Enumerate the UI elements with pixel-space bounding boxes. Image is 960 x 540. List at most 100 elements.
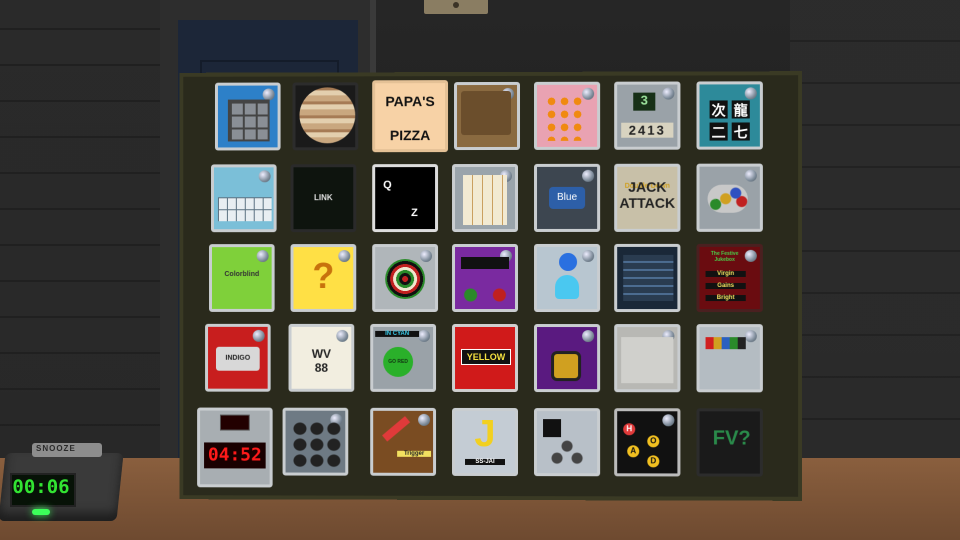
- module-wire-sequence[interactable]: [283, 408, 349, 476]
- color-bars[interactable]: [706, 337, 746, 349]
- module-playstation[interactable]: [534, 408, 600, 476]
- status-light: [745, 87, 757, 99]
- module-colorblind[interactable]: Colorblind: [209, 244, 275, 312]
- status-light: [582, 170, 594, 182]
- module-cave-drawing[interactable]: [454, 82, 520, 150]
- status-light: [662, 88, 674, 100]
- right-wall: [790, 0, 960, 460]
- jupiter-sphere[interactable]: [299, 87, 355, 143]
- module-timer: 04:52: [197, 408, 273, 488]
- module-cyan[interactable]: IN CYAN GO RED: [370, 324, 436, 392]
- module-pink-keypad[interactable]: [534, 82, 600, 150]
- status-light: [257, 250, 269, 262]
- lens-display[interactable]: [551, 351, 581, 381]
- trigger-label[interactable]: Trigger: [397, 451, 431, 457]
- jack-line2: ATTACK: [617, 195, 677, 211]
- module-festive-jukebox[interactable]: The Festive Jukebox Virgin Gains Bright: [697, 244, 763, 312]
- festive-title: The Festive Jukebox: [702, 251, 748, 263]
- festive-item-3[interactable]: Bright: [706, 295, 746, 301]
- clock-time: 00:06: [10, 476, 72, 498]
- module-hoad[interactable]: H O A D: [614, 408, 680, 476]
- module-blank-plate[interactable]: [614, 324, 680, 392]
- timer-top-display: [220, 415, 250, 431]
- wire-connectors[interactable]: [292, 421, 342, 469]
- indigo-button[interactable]: INDIGO: [216, 347, 260, 371]
- number-pad-keys[interactable]: [218, 197, 272, 221]
- module-papas-pizza[interactable]: PAPA'S PIZZA: [372, 80, 448, 152]
- jack-line1: JACK: [617, 179, 677, 195]
- kanji-4[interactable]: 七: [732, 122, 750, 140]
- festive-item-1[interactable]: Virgin: [706, 271, 746, 277]
- module-indigo[interactable]: INDIGO: [205, 324, 271, 392]
- big-blue-button[interactable]: [559, 253, 577, 271]
- module-digital-display[interactable]: [614, 244, 680, 312]
- module-snes-controller[interactable]: [697, 164, 763, 232]
- festive-item-2[interactable]: Gains: [706, 283, 746, 289]
- status-light: [745, 330, 757, 342]
- module-purple-panel[interactable]: [452, 244, 518, 312]
- module-mahjong[interactable]: [452, 164, 518, 232]
- black-screen: [543, 419, 561, 437]
- digital-screen: [623, 255, 673, 301]
- module-purple-lens[interactable]: [534, 324, 600, 392]
- purple-buttons[interactable]: [461, 285, 509, 305]
- j-letter: J: [455, 413, 515, 456]
- module-planet[interactable]: [293, 82, 359, 150]
- pink-keypad-grid[interactable]: [545, 95, 583, 141]
- alarm-clock: SNOOZE 00:06: [2, 443, 120, 521]
- kanji-2[interactable]: 龍: [732, 100, 750, 118]
- module-jack-attack[interactable]: Double-Down JACK ATTACK: [614, 164, 680, 232]
- status-light: [582, 330, 594, 342]
- kanji-3[interactable]: 二: [710, 123, 728, 141]
- module-dartboard[interactable]: [372, 244, 438, 312]
- purple-display: [461, 257, 509, 269]
- hoad-letter-3[interactable]: A: [627, 445, 639, 457]
- yellow-label[interactable]: YELLOW: [461, 349, 511, 365]
- module-question[interactable]: ?: [291, 244, 357, 312]
- module-j[interactable]: J SS-JAI: [452, 408, 518, 476]
- cave-drawing: [461, 91, 511, 135]
- module-maze[interactable]: [215, 83, 281, 151]
- module-number-keypad[interactable]: 3 2413: [614, 82, 680, 150]
- light-beam: [555, 275, 579, 299]
- pizza-line2: PIZZA: [375, 127, 445, 143]
- module-trigger[interactable]: Trigger: [370, 408, 436, 476]
- status-light: [336, 330, 348, 342]
- status-light: [253, 330, 265, 342]
- cyan-button[interactable]: GO RED: [383, 347, 413, 377]
- pizza-line1: PAPA'S: [375, 93, 445, 109]
- module-number-pad[interactable]: [211, 164, 277, 232]
- status-light: [582, 250, 594, 262]
- keypad-digits[interactable]: 2413: [621, 123, 673, 138]
- hoad-letter-2[interactable]: O: [647, 435, 659, 447]
- mahjong-tiles[interactable]: [463, 175, 507, 225]
- module-symbols[interactable]: WV 88: [289, 324, 355, 392]
- module-link[interactable]: LINK: [291, 164, 357, 232]
- maze-grid[interactable]: [228, 100, 270, 142]
- symbol-glyphs: WV 88: [301, 347, 341, 375]
- ps-buttons[interactable]: [547, 437, 587, 467]
- module-yellow[interactable]: YELLOW: [452, 324, 518, 392]
- fv-label: FV?: [704, 427, 760, 450]
- crayon[interactable]: [382, 416, 410, 441]
- bomb-casing: PAPA'S PIZZA 3 2413 次 龍 二 七 LINK Q Z Blu…: [179, 71, 802, 501]
- module-q-z[interactable]: Q Z: [372, 164, 438, 232]
- dartboard[interactable]: [385, 259, 425, 299]
- module-color-bars[interactable]: [697, 324, 763, 392]
- timer-display: 04:52: [204, 442, 266, 468]
- kanji-1[interactable]: 次: [710, 100, 728, 118]
- z-label: Z: [411, 207, 418, 219]
- status-light: [582, 88, 594, 100]
- module-fv[interactable]: FV?: [697, 408, 763, 476]
- hoad-letter-1[interactable]: H: [623, 423, 635, 435]
- module-kanji[interactable]: 次 龍 二 七: [697, 81, 763, 149]
- module-blue-button[interactable]: [534, 244, 600, 312]
- blue-hex-button[interactable]: Blue: [549, 187, 585, 209]
- module-blue-hex[interactable]: Blue: [534, 164, 600, 232]
- status-light: [420, 250, 432, 262]
- hoad-letter-4[interactable]: D: [647, 455, 659, 467]
- cyan-header: IN CYAN: [375, 331, 419, 337]
- controller-buttons[interactable]: [708, 185, 748, 213]
- question-mark[interactable]: ?: [303, 255, 343, 297]
- status-light: [418, 414, 430, 426]
